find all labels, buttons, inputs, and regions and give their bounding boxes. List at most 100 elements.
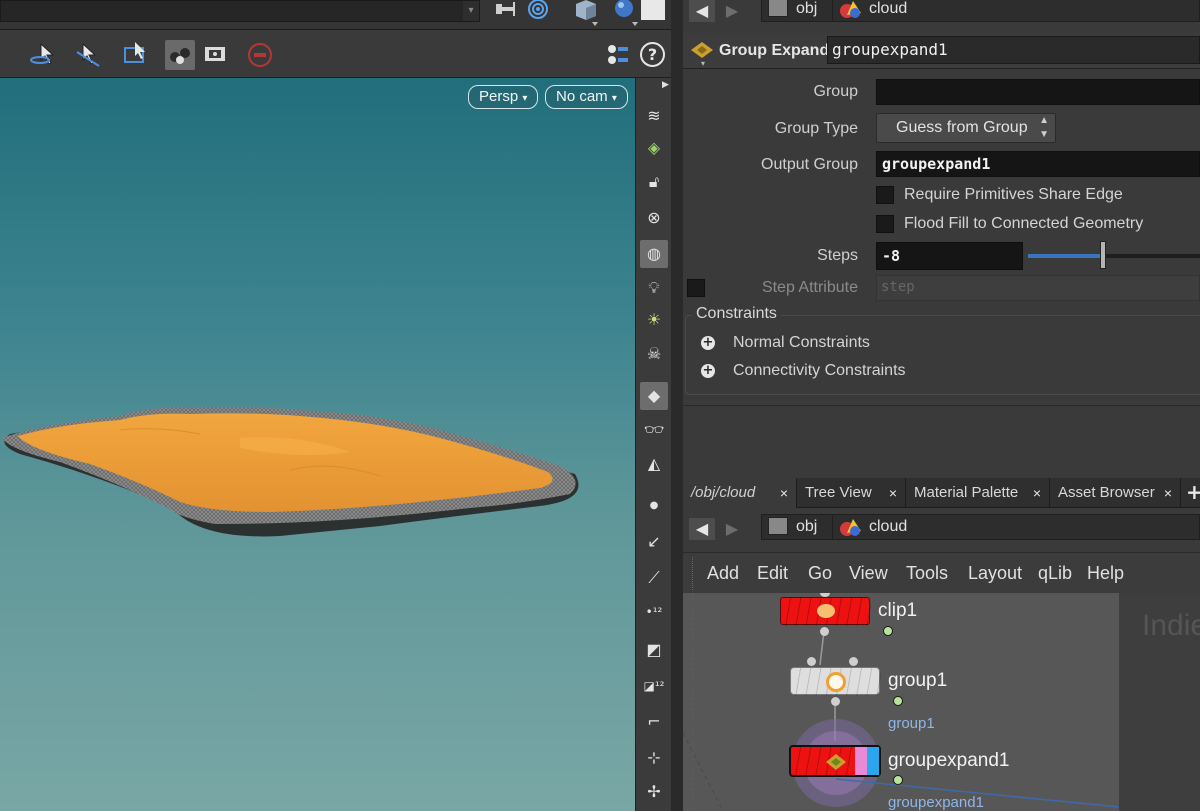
vertex-display-icon[interactable]: ⊹ [640,744,668,772]
pivot-display-icon[interactable]: ✢ [640,778,668,806]
node-flag[interactable] [893,775,903,785]
perspective-menu[interactable]: Persp ▾ [468,85,539,109]
close-icon[interactable]: × [780,478,788,508]
display-options-icon[interactable] [603,40,633,70]
ghost-display-icon[interactable]: ◭ [640,450,668,478]
forward-arrow-icon[interactable]: ▶ [719,518,745,540]
viewer-path-field[interactable]: ▾ [0,0,480,22]
secure-selection-icon[interactable] [165,40,195,70]
obj-network-icon [768,0,788,17]
menu-help[interactable]: Help [1087,563,1124,584]
cube-display-icon[interactable] [570,0,602,28]
back-arrow-icon[interactable]: ◀ [689,518,715,540]
primitive-normals-icon[interactable]: ◩ [640,636,668,664]
group1-node[interactable] [790,667,881,696]
breadcrumb-obj[interactable]: obj [761,514,833,540]
bypass-flag[interactable] [855,747,867,775]
groupexpand1-label[interactable]: groupexpand1 [888,750,1010,772]
point-display-icon[interactable]: ● [640,492,668,520]
snap-pin-icon[interactable] [492,0,522,26]
tab-asset-browser[interactable]: Asset Browser × [1050,478,1181,508]
menu-go[interactable]: Go [808,563,832,584]
light-bulb-icon[interactable]: 💡︎ [640,274,668,302]
close-icon[interactable]: × [889,478,897,508]
node-flag[interactable] [893,696,903,706]
breadcrumb-obj[interactable]: obj [761,0,833,22]
require-prims-checkbox[interactable] [876,186,894,204]
back-arrow-icon[interactable]: ◀ [689,0,715,22]
normal-constraints-label[interactable]: Normal Constraints [733,334,870,352]
output-group-field[interactable]: groupexpand1 [876,151,1200,177]
expand-plus-icon[interactable]: + [701,364,715,378]
point-numbers-icon[interactable]: •¹² [640,598,668,626]
node-flag[interactable] [883,626,893,636]
input-connector[interactable] [849,657,858,666]
display-flag[interactable] [867,747,879,775]
breadcrumb-node[interactable]: cloud [833,514,1200,540]
breadcrumb-node[interactable]: cloud [833,0,1200,22]
input-connector[interactable] [807,657,816,666]
chevron-down-icon[interactable]: ▾ [463,1,479,21]
tab-network[interactable]: /obj/cloud × [683,478,797,508]
group-type-menu[interactable]: Guess from Group ▲ ▼ [876,113,1056,143]
select-tool-icon[interactable] [27,40,57,70]
help-icon[interactable]: ? [640,42,665,67]
scene-viewport[interactable]: Persp ▾ No cam ▾ [0,78,635,811]
curve-display-icon[interactable]: ⌐ [640,708,668,736]
background-color-icon[interactable] [641,0,665,20]
expand-plus-icon[interactable]: + [701,336,715,350]
menu-view[interactable]: View [849,563,888,584]
add-tab-icon[interactable]: + [1186,480,1200,504]
move-tool-icon[interactable] [73,40,103,70]
grid-display-icon[interactable]: ◍ [640,240,668,268]
reference-plane-icon[interactable]: ◈ [640,134,668,162]
camera-menu[interactable]: No cam ▾ [545,85,628,109]
chevron-down-icon[interactable]: ▾ [701,59,705,68]
output-connector[interactable] [831,697,840,706]
pane-divider[interactable] [671,0,683,811]
menu-qlib[interactable]: qLib [1038,563,1072,584]
clip1-label[interactable]: clip1 [878,600,917,622]
node-name-field[interactable]: groupexpand1 [827,36,1200,64]
steps-field[interactable]: -8 [876,242,1023,270]
camera-view-icon[interactable]: 👓︎ [640,416,668,444]
target-icon[interactable] [524,0,552,26]
hide-geometry-icon[interactable]: ⊗ [640,204,668,232]
flood-fill-checkbox[interactable] [876,215,894,233]
headlight-icon[interactable]: ☀ [640,306,668,334]
steps-slider[interactable] [1028,241,1200,269]
menu-edit[interactable]: Edit [757,563,788,584]
forward-arrow-icon[interactable]: ▶ [719,0,745,22]
transform-handle-icon[interactable] [119,40,149,70]
close-icon[interactable]: × [1164,478,1172,508]
network-editor[interactable]: clip1 group1 group1 groupexpand1 groupex… [683,593,1119,811]
menu-tools[interactable]: Tools [906,563,948,584]
step-attribute-field[interactable]: step [876,275,1200,301]
lock-icon[interactable]: 🔓︎ [640,168,668,196]
light-bulb-icon[interactable]: ☠ [640,340,668,368]
steps-slider-handle[interactable] [1100,241,1106,269]
layers-icon[interactable]: ≋ [640,102,668,130]
stop-icon[interactable] [245,40,275,70]
shading-cube-icon[interactable]: ◆ [640,382,668,410]
tab-tree-view[interactable]: Tree View × [797,478,906,508]
menu-add[interactable]: Add [707,563,739,584]
menubar-grip[interactable] [683,557,693,590]
connectivity-constraints-label[interactable]: Connectivity Constraints [733,362,906,380]
vector-display-icon[interactable]: ⟋ [640,564,668,592]
groupexpand1-group-link[interactable]: groupexpand1 [888,794,984,811]
menu-layout[interactable]: Layout [968,563,1022,584]
normal-display-icon[interactable]: ↙ [640,528,668,556]
frame-view-icon[interactable] [201,40,231,70]
group-field[interactable] [876,79,1200,105]
tab-material-palette[interactable]: Material Palette × [906,478,1050,508]
group1-label[interactable]: group1 [888,670,947,692]
group1-group-link[interactable]: group1 [888,715,935,732]
sphere-shading-icon[interactable] [610,0,640,28]
collapse-arrow-icon[interactable]: ▶ [662,80,669,90]
close-icon[interactable]: × [1033,478,1041,508]
groupexpand1-node[interactable] [789,745,881,777]
primitive-numbers-icon[interactable]: ◪¹² [640,672,668,700]
output-connector[interactable] [820,627,829,636]
clip1-node[interactable] [780,597,871,626]
